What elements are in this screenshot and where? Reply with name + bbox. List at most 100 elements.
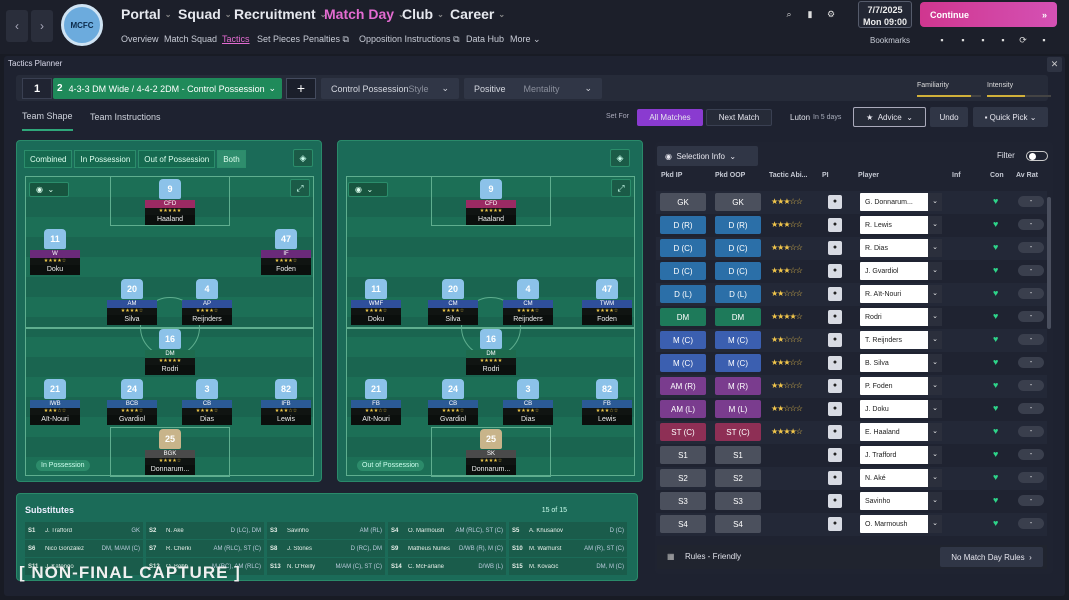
tactic-slot-1[interactable]: 1 bbox=[22, 78, 52, 99]
player-instructions-icon[interactable]: ● bbox=[828, 379, 842, 393]
submenu-data-hub[interactable]: Data Hub bbox=[466, 34, 504, 44]
pkd-ip-cell[interactable]: M (C) bbox=[660, 354, 706, 372]
expand-right-button[interactable]: ⤢ bbox=[611, 179, 631, 197]
selection-row[interactable]: ST (C) ST (C) ★★★★☆ ● E. Haaland ⌄ ♥ - bbox=[656, 421, 1047, 444]
trophy-icon[interactable]: ▪ bbox=[1038, 35, 1050, 47]
search-icon[interactable]: ⌕ bbox=[783, 9, 795, 21]
pkd-oop-cell[interactable]: DM bbox=[715, 308, 761, 326]
pkd-oop-cell[interactable]: D (R) bbox=[715, 216, 761, 234]
selection-row[interactable]: S2 S2 ● N. Aké ⌄ ♥ - bbox=[656, 467, 1047, 490]
back-button[interactable]: ‹ bbox=[6, 10, 28, 42]
quick-pick-dropdown[interactable]: ▪ Quick Pick ⌄ bbox=[973, 107, 1048, 127]
tab-team-shape[interactable]: Team Shape bbox=[22, 103, 73, 131]
pkd-ip-cell[interactable]: D (C) bbox=[660, 262, 706, 280]
player-token[interactable]: 24 CB ★★★★☆ Gvardiol bbox=[428, 379, 478, 425]
header-pi[interactable]: PI bbox=[822, 172, 829, 179]
scrollbar[interactable] bbox=[1047, 197, 1051, 329]
all-matches-button[interactable]: All Matches bbox=[637, 109, 703, 126]
selection-row[interactable]: M (C) M (C) ★★★☆☆ ● B. Silva ⌄ ♥ - bbox=[656, 352, 1047, 375]
continue-button[interactable]: Continue » bbox=[920, 2, 1057, 27]
header-pkd-oop[interactable]: Pkd OOP bbox=[715, 172, 745, 179]
mode-both[interactable]: Both bbox=[217, 150, 246, 168]
pkd-oop-cell[interactable]: D (C) bbox=[715, 239, 761, 257]
substitute-item[interactable]: S7 R. Cherki AM (RLC), ST (C) bbox=[146, 540, 264, 557]
chevron-down-icon[interactable]: ⌄ bbox=[928, 216, 942, 234]
substitute-item[interactable]: S3 Savinho AM (RL) bbox=[267, 522, 385, 539]
player-token[interactable]: 20 CM ★★★★☆ Silva bbox=[428, 279, 478, 325]
expand-left-button[interactable]: ⤢ bbox=[290, 179, 310, 197]
menu-squad[interactable]: Squad ⌄ bbox=[178, 6, 231, 22]
header-av-rat[interactable]: Av Rat bbox=[1016, 172, 1038, 179]
forward-button[interactable]: › bbox=[31, 10, 53, 42]
undo-button[interactable]: Undo bbox=[930, 107, 968, 127]
mode-in-possession[interactable]: In Possession bbox=[74, 150, 137, 168]
header-tactic-ability[interactable]: Tactic Abi... bbox=[769, 172, 808, 179]
pkd-oop-cell[interactable]: D (C) bbox=[715, 262, 761, 280]
player-token[interactable]: 16 DM ★★★★★ Rodri bbox=[466, 329, 516, 375]
chevron-down-icon[interactable]: ⌄ bbox=[928, 285, 942, 303]
player-instructions-icon[interactable]: ● bbox=[828, 241, 842, 255]
chevron-down-icon[interactable]: ⌄ bbox=[928, 262, 942, 280]
pkd-oop-cell[interactable]: S2 bbox=[715, 469, 761, 487]
player-instructions-icon[interactable]: ● bbox=[828, 471, 842, 485]
player-instructions-icon[interactable]: ● bbox=[828, 195, 842, 209]
substitute-item[interactable]: S6 Nico González DM, M/AM (C) bbox=[25, 540, 143, 557]
player-token[interactable]: 25 BGK ★★★★☆ Donnarum... bbox=[145, 429, 195, 475]
player-token[interactable]: 11 W ★★★★☆ Doku bbox=[30, 229, 80, 275]
submenu-overview[interactable]: Overview bbox=[121, 34, 159, 44]
selection-row[interactable]: GK GK ★★★☆☆ ● G. Donnarum... ⌄ ♥ - bbox=[656, 191, 1047, 214]
advice-dropdown[interactable]: ★ Advice ⌄ bbox=[853, 107, 926, 127]
tactic-selector[interactable]: 2 4-3-3 DM Wide / 4-4-2 2DM - Control Pos… bbox=[53, 78, 282, 99]
submenu-match-squad[interactable]: Match Squad bbox=[164, 34, 217, 44]
pkd-oop-cell[interactable]: ST (C) bbox=[715, 423, 761, 441]
submenu-set-pieces[interactable]: Set Pieces bbox=[257, 34, 300, 44]
people-icon[interactable]: ▪ bbox=[997, 35, 1009, 47]
pkd-oop-cell[interactable]: S3 bbox=[715, 492, 761, 510]
pkd-ip-cell[interactable]: D (L) bbox=[660, 285, 706, 303]
player-token[interactable]: 25 SK ★★★★☆ Donnarum... bbox=[466, 429, 516, 475]
pitch-settings-button[interactable]: ◈ bbox=[293, 149, 313, 167]
substitute-item[interactable]: S2 N. Aké D (LC), DM bbox=[146, 522, 264, 539]
date-display[interactable]: 7/7/2025 Mon 09:00 bbox=[858, 1, 912, 28]
player-token[interactable]: 4 CM ★★★★☆ Reijnders bbox=[503, 279, 553, 325]
player-token[interactable]: 24 BCB ★★★★☆ Gvardiol bbox=[107, 379, 157, 425]
bookmark-icon[interactable]: ▮ bbox=[804, 9, 816, 21]
tactic-slot-2[interactable]: 2 bbox=[57, 83, 63, 94]
player-token[interactable]: 47 TWM ★★★★☆ Foden bbox=[582, 279, 632, 325]
player-instructions-icon[interactable]: ● bbox=[828, 310, 842, 324]
pkd-ip-cell[interactable]: DM bbox=[660, 308, 706, 326]
selection-row[interactable]: S1 S1 ● J. Trafford ⌄ ♥ - bbox=[656, 444, 1047, 467]
chevron-down-icon[interactable]: ⌄ bbox=[928, 239, 942, 257]
selection-info-dropdown[interactable]: ◉ Selection Info ⌄ bbox=[657, 146, 758, 166]
header-inf[interactable]: Inf bbox=[952, 172, 961, 179]
submenu-penalties[interactable]: Penalties ⧉ bbox=[303, 34, 349, 45]
pkd-oop-cell[interactable]: S4 bbox=[715, 515, 761, 533]
selection-row[interactable]: M (C) M (C) ★★☆☆☆ ● T. Reijnders ⌄ ♥ - bbox=[656, 329, 1047, 352]
player-instructions-icon[interactable]: ● bbox=[828, 402, 842, 416]
selection-row[interactable]: AM (R) M (R) ★★☆☆☆ ● P. Foden ⌄ ♥ - bbox=[656, 375, 1047, 398]
pitch-settings-button-right[interactable]: ◈ bbox=[610, 149, 630, 167]
pkd-ip-cell[interactable]: S4 bbox=[660, 515, 706, 533]
selection-row[interactable]: S4 S4 ● O. Marmoush ⌄ ♥ - bbox=[656, 513, 1047, 536]
pkd-ip-cell[interactable]: AM (R) bbox=[660, 377, 706, 395]
mentality-dropdown[interactable]: Positive Mentality ⌄ bbox=[464, 78, 602, 99]
pkd-ip-cell[interactable]: D (R) bbox=[660, 216, 706, 234]
player-token[interactable]: 11 WMF ★★★★☆ Doku bbox=[351, 279, 401, 325]
refresh-icon[interactable]: ⟳ bbox=[1017, 35, 1029, 47]
chevron-down-icon[interactable]: ⌄ bbox=[928, 446, 942, 464]
submenu-tactics[interactable]: Tactics bbox=[222, 34, 250, 44]
chevron-down-icon[interactable]: ⌄ bbox=[928, 354, 942, 372]
substitute-item[interactable]: S8 J. Stones D (RC), DM bbox=[267, 540, 385, 557]
substitute-item[interactable]: S15 M. Kovačić DM, M (C) bbox=[509, 558, 627, 575]
chevron-down-icon[interactable]: ⌄ bbox=[928, 515, 942, 533]
player-instructions-icon[interactable]: ● bbox=[828, 287, 842, 301]
pkd-ip-cell[interactable]: D (C) bbox=[660, 239, 706, 257]
pkd-ip-cell[interactable]: S1 bbox=[660, 446, 706, 464]
chevron-down-icon[interactable]: ⌄ bbox=[928, 308, 942, 326]
substitute-item[interactable]: S9 Matheus Nunes D/WB (R), M (C) bbox=[388, 540, 506, 557]
pkd-oop-cell[interactable]: M (R) bbox=[715, 377, 761, 395]
player-token[interactable]: 16 DM ★★★★★ Rodri bbox=[145, 329, 195, 375]
chevron-down-icon[interactable]: ⌄ bbox=[928, 423, 942, 441]
gear-icon[interactable]: ⚙ bbox=[825, 9, 837, 21]
submenu-opposition-instructions[interactable]: Opposition Instructions ⧉ bbox=[359, 34, 460, 45]
